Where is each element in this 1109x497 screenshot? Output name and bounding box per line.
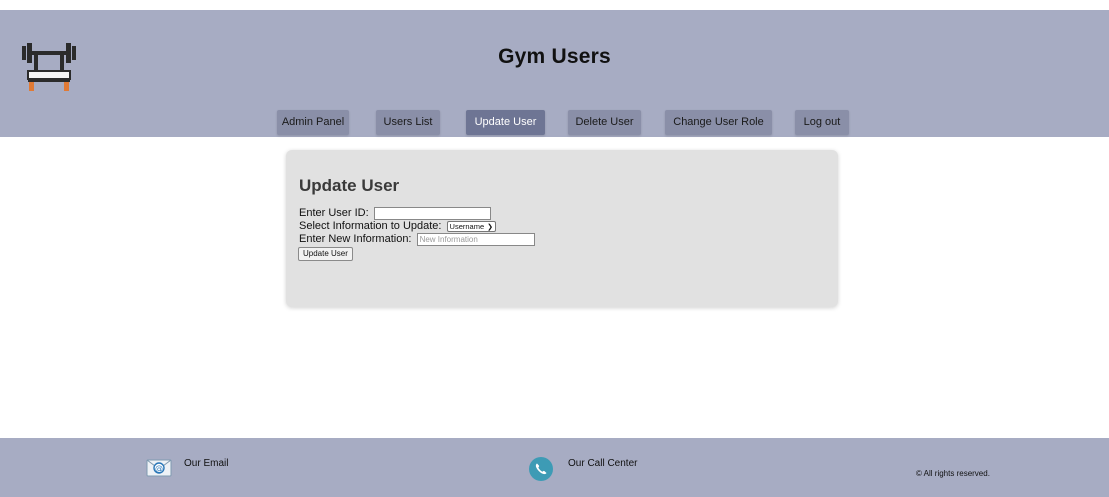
nav-users-list[interactable]: Users List xyxy=(376,110,440,135)
form-title: Update User xyxy=(299,176,400,195)
nav-delete-user[interactable]: Delete User xyxy=(568,110,641,135)
nav-log-out[interactable]: Log out xyxy=(795,110,849,135)
update-user-button[interactable]: Update User xyxy=(298,247,353,261)
nav-admin-panel[interactable]: Admin Panel xyxy=(277,110,349,135)
nav-label: Users List xyxy=(383,116,433,128)
new-info-input[interactable] xyxy=(416,233,535,246)
main-nav: Admin Panel Users List Update User Delet… xyxy=(0,110,1109,137)
new-info-label: Enter New Information: xyxy=(299,233,412,245)
email-icon[interactable]: @ xyxy=(146,458,172,481)
site-header: Gym Users Admin Panel Users List Update … xyxy=(0,10,1109,137)
nav-label: Delete User xyxy=(575,116,634,128)
nav-label: Admin Panel xyxy=(281,116,345,128)
site-footer: @ Our Email Our Call Center © All rights… xyxy=(0,438,1109,497)
email-label[interactable]: Our Email xyxy=(184,458,228,469)
update-user-card: Update User Enter User ID: Select Inform… xyxy=(286,150,838,307)
site-title: Gym Users xyxy=(498,45,611,68)
user-id-label: Enter User ID: xyxy=(299,207,369,219)
new-info-row: Enter New Information: xyxy=(299,233,535,246)
phone-icon[interactable] xyxy=(529,457,553,484)
info-select-label: Select Information to Update: xyxy=(299,220,442,232)
nav-label: Log out xyxy=(803,116,841,128)
user-id-input[interactable] xyxy=(373,207,491,220)
nav-label: Change User Role xyxy=(673,116,764,128)
nav-update-user[interactable]: Update User xyxy=(466,110,545,135)
info-select[interactable]: Username ❯ xyxy=(446,221,497,232)
user-id-row: Enter User ID: xyxy=(299,207,491,220)
info-select-row: Select Information to Update: Username ❯ xyxy=(299,220,497,233)
chevron-down-icon: ❯ xyxy=(487,224,494,231)
nav-change-user-role[interactable]: Change User Role xyxy=(665,110,772,135)
call-center-label[interactable]: Our Call Center xyxy=(568,458,637,469)
nav-label: Update User xyxy=(474,116,537,128)
info-select-value: Username xyxy=(449,222,485,231)
svg-text:@: @ xyxy=(155,464,163,473)
copyright-text: © All rights reserved. xyxy=(916,469,990,478)
